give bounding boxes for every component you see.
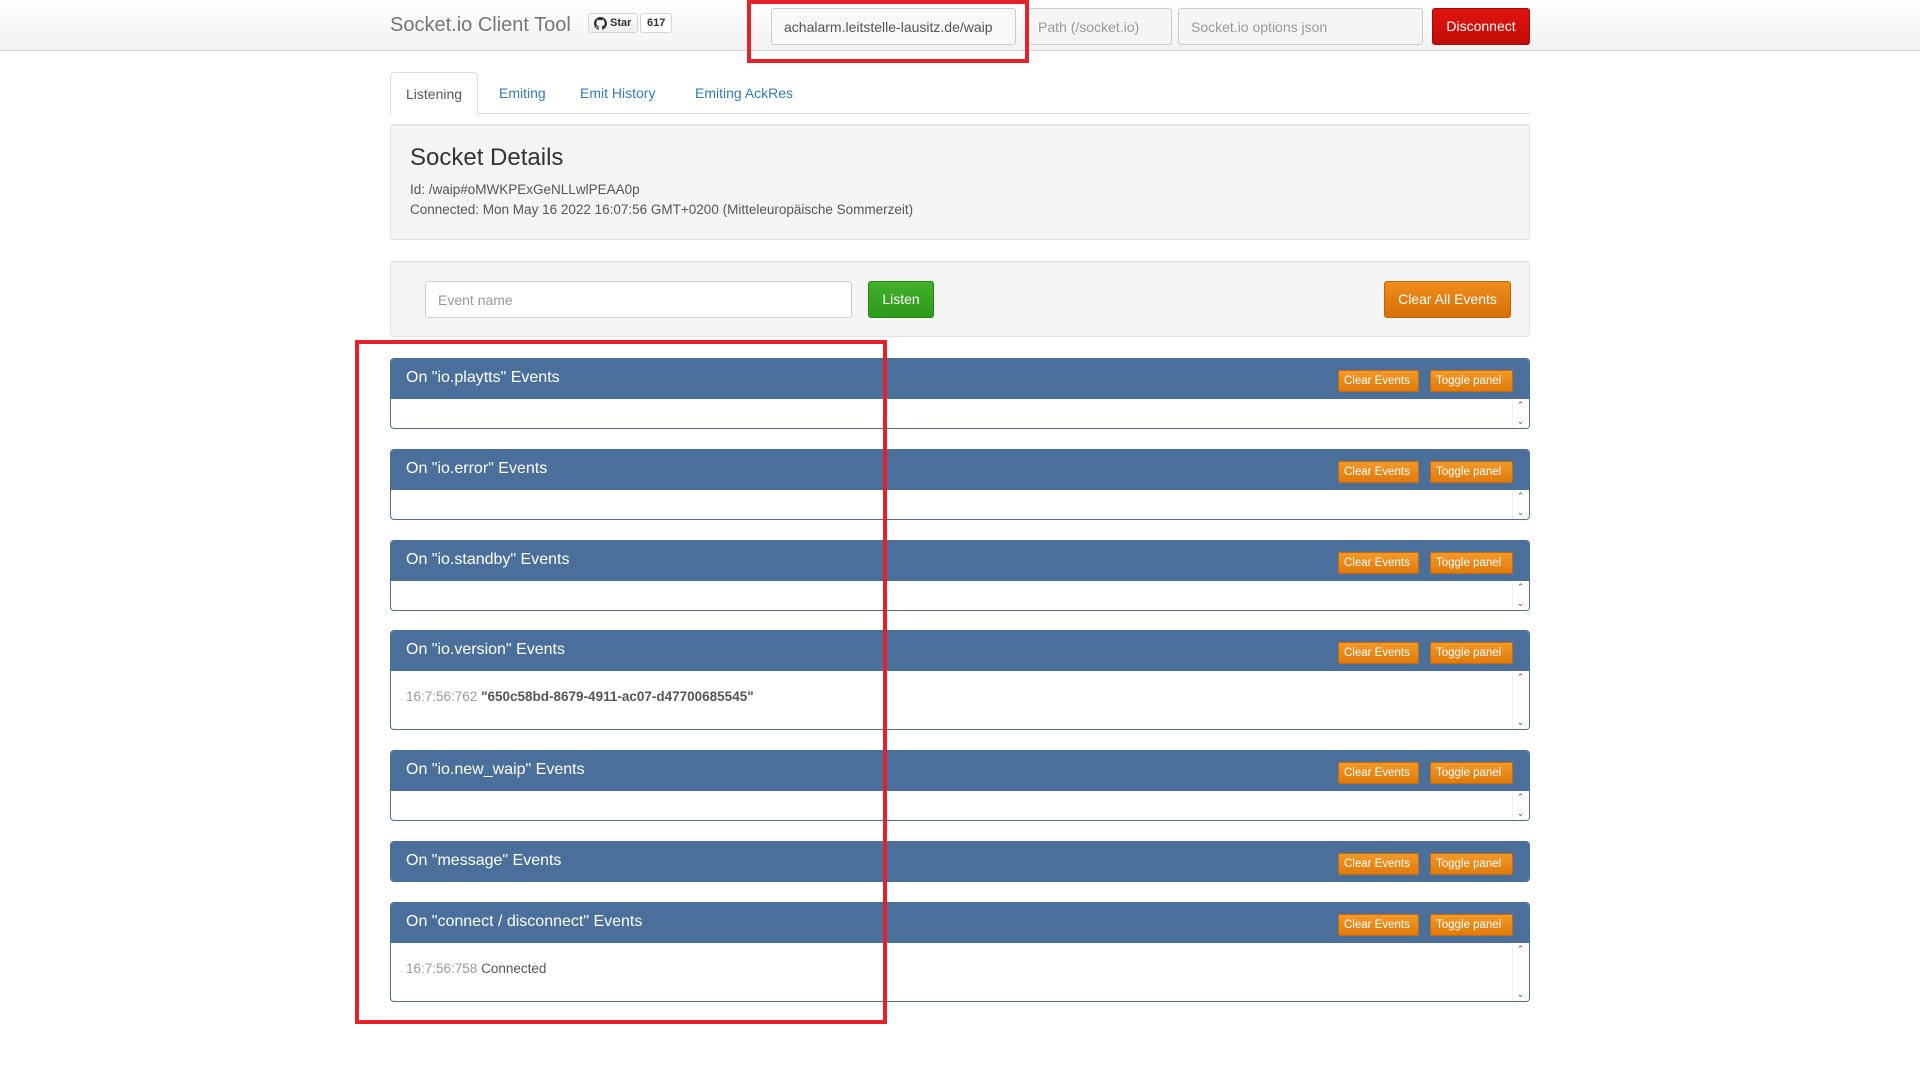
toggle-panel-button[interactable]: Toggle panel xyxy=(1430,762,1513,784)
top-navbar: Socket.io Client Tool Star 617 Disconnec… xyxy=(0,0,1920,51)
event-name-input[interactable] xyxy=(425,281,852,318)
panel-title: On "io.error" Events xyxy=(406,460,548,477)
clear-events-button[interactable]: Clear Events xyxy=(1338,642,1419,664)
event-panel-io-standby: On "io.standby" Events Clear Events Togg… xyxy=(390,540,1530,611)
scroll-up-icon[interactable]: ⌃ xyxy=(1516,583,1525,592)
panel-body: 16:7:56:762 "650c58bd-8679-4911-ac07-d47… xyxy=(391,671,1529,729)
scroll-down-icon[interactable]: ⌄ xyxy=(1516,809,1525,818)
panel-scrollbar[interactable]: ⌃ ⌄ xyxy=(1512,581,1529,610)
socket-id: Id: /waip#oMWKPExGeNLLwlPEAA0p xyxy=(410,182,640,197)
github-star-label: Star xyxy=(610,17,632,29)
clear-events-button[interactable]: Clear Events xyxy=(1338,914,1419,936)
panel-heading: On "io.version" Events Clear Events Togg… xyxy=(391,631,1529,671)
scroll-up-icon[interactable]: ⌃ xyxy=(1516,793,1525,802)
socket-path-input[interactable] xyxy=(1025,8,1172,45)
disconnect-button[interactable]: Disconnect xyxy=(1432,8,1530,45)
panel-heading: On "message" Events Clear Events Toggle … xyxy=(391,842,1529,881)
toggle-panel-button[interactable]: Toggle panel xyxy=(1430,642,1513,664)
listen-button[interactable]: Listen xyxy=(868,281,934,318)
panel-heading: On "io.standby" Events Clear Events Togg… xyxy=(391,541,1529,581)
clear-events-button[interactable]: Clear Events xyxy=(1338,762,1419,784)
event-panel-message: On "message" Events Clear Events Toggle … xyxy=(390,841,1530,882)
panel-body: ⌃ ⌄ xyxy=(391,791,1529,820)
panel-title: On "connect / disconnect" Events xyxy=(406,913,643,930)
event-entry: 16:7:56:758 Connected xyxy=(406,961,546,976)
socket-connected-time: Connected: Mon May 16 2022 16:07:56 GMT+… xyxy=(410,202,914,217)
main-tabs: Listening Emiting Emit History Emiting A… xyxy=(390,72,1530,115)
tab-emit-history[interactable]: Emit History xyxy=(565,72,670,114)
event-panel-io-new-waip: On "io.new_waip" Events Clear Events Tog… xyxy=(390,750,1530,821)
panel-scrollbar[interactable]: ⌃ ⌄ xyxy=(1512,671,1529,729)
tab-listening[interactable]: Listening xyxy=(390,72,479,115)
panel-scrollbar[interactable]: ⌃ ⌄ xyxy=(1512,399,1529,428)
toggle-panel-button[interactable]: Toggle panel xyxy=(1430,853,1513,875)
panel-body: ⌃ ⌄ xyxy=(391,490,1529,519)
panel-scrollbar[interactable]: ⌃ ⌄ xyxy=(1512,943,1529,1001)
github-star-button[interactable]: Star xyxy=(588,13,639,33)
socket-details-panel: Socket Details Id: /waip#oMWKPExGeNLLwlP… xyxy=(390,124,1530,240)
event-timestamp: 16:7:56:762 xyxy=(406,689,478,704)
event-entry: 16:7:56:762 "650c58bd-8679-4911-ac07-d47… xyxy=(406,689,754,704)
scroll-down-icon[interactable]: ⌄ xyxy=(1516,718,1525,727)
listen-bar: Listen Clear All Events xyxy=(390,261,1530,337)
event-panel-io-error: On "io.error" Events Clear Events Toggle… xyxy=(390,449,1530,520)
clear-events-button[interactable]: Clear Events xyxy=(1338,461,1419,483)
event-panel-connect-disconnect: On "connect / disconnect" Events Clear E… xyxy=(390,902,1530,1002)
clear-all-events-button[interactable]: Clear All Events xyxy=(1384,281,1511,318)
panel-heading: On "io.playtts" Events Clear Events Togg… xyxy=(391,359,1529,399)
panel-title: On "message" Events xyxy=(406,852,562,869)
socket-options-input[interactable] xyxy=(1178,8,1423,45)
clear-events-button[interactable]: Clear Events xyxy=(1338,853,1419,875)
panel-body: ⌃ ⌄ xyxy=(391,399,1529,428)
scroll-up-icon[interactable]: ⌃ xyxy=(1516,673,1525,682)
toggle-panel-button[interactable]: Toggle panel xyxy=(1430,914,1513,936)
event-panel-io-version: On "io.version" Events Clear Events Togg… xyxy=(390,630,1530,730)
panel-scrollbar[interactable]: ⌃ ⌄ xyxy=(1512,490,1529,519)
socket-url-input[interactable] xyxy=(771,8,1016,45)
panel-title: On "io.playtts" Events xyxy=(406,369,560,386)
event-timestamp: 16:7:56:758 xyxy=(406,961,478,976)
scroll-up-icon[interactable]: ⌃ xyxy=(1516,945,1525,954)
clear-events-button[interactable]: Clear Events xyxy=(1338,552,1419,574)
panel-title: On "io.standby" Events xyxy=(406,551,570,568)
panel-heading: On "connect / disconnect" Events Clear E… xyxy=(391,903,1529,943)
scroll-up-icon[interactable]: ⌃ xyxy=(1516,492,1525,501)
github-star-count[interactable]: 617 xyxy=(640,13,673,33)
scroll-down-icon[interactable]: ⌄ xyxy=(1516,508,1525,517)
event-panel-io-playtts: On "io.playtts" Events Clear Events Togg… xyxy=(390,358,1530,429)
scroll-up-icon[interactable]: ⌃ xyxy=(1516,401,1525,410)
socket-details-title: Socket Details xyxy=(410,144,564,171)
app-brand[interactable]: Socket.io Client Tool xyxy=(390,14,571,37)
event-value: Connected xyxy=(481,961,547,976)
toggle-panel-button[interactable]: Toggle panel xyxy=(1430,370,1513,392)
scroll-down-icon[interactable]: ⌄ xyxy=(1516,417,1525,426)
github-icon xyxy=(594,16,607,30)
clear-events-button[interactable]: Clear Events xyxy=(1338,370,1419,392)
panel-heading: On "io.new_waip" Events Clear Events Tog… xyxy=(391,751,1529,791)
tab-emiting[interactable]: Emiting xyxy=(484,72,561,114)
panel-title: On "io.version" Events xyxy=(406,641,565,658)
event-value: "650c58bd-8679-4911-ac07-d47700685545" xyxy=(481,689,754,704)
panel-scrollbar[interactable]: ⌃ ⌄ xyxy=(1512,791,1529,820)
scroll-down-icon[interactable]: ⌄ xyxy=(1516,599,1525,608)
toggle-panel-button[interactable]: Toggle panel xyxy=(1430,461,1513,483)
panel-title: On "io.new_waip" Events xyxy=(406,761,585,778)
panel-body: 16:7:56:758 Connected ⌃ ⌄ xyxy=(391,943,1529,1001)
tab-emiting-ackres[interactable]: Emiting AckRes xyxy=(680,72,808,114)
panel-body: ⌃ ⌄ xyxy=(391,581,1529,610)
toggle-panel-button[interactable]: Toggle panel xyxy=(1430,552,1513,574)
panel-heading: On "io.error" Events Clear Events Toggle… xyxy=(391,450,1529,490)
scroll-down-icon[interactable]: ⌄ xyxy=(1516,990,1525,999)
